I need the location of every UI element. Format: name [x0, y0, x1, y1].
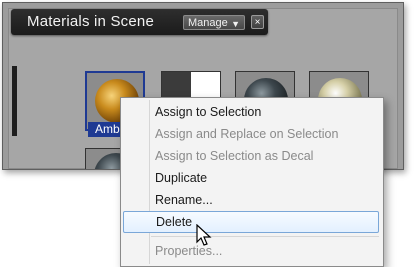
- menu-item-delete[interactable]: Delete: [123, 211, 379, 233]
- mouse-cursor-icon: [196, 224, 212, 246]
- menu-item-assign-as-decal[interactable]: Assign to Selection as Decal: [123, 145, 379, 167]
- menu-item-properties[interactable]: Properties...: [123, 240, 379, 262]
- menu-item-rename[interactable]: Rename...: [123, 189, 379, 211]
- menu-item-assign-and-replace[interactable]: Assign and Replace on Selection: [123, 123, 379, 145]
- manage-dropdown-button[interactable]: Manage ▼: [183, 15, 245, 30]
- menu-item-label: Duplicate: [155, 171, 208, 185]
- panel-title: Materials in Scene: [27, 13, 154, 30]
- close-icon: ×: [254, 17, 261, 28]
- context-menu: Assign to Selection Assign and Replace o…: [120, 97, 384, 267]
- chevron-down-icon: ▼: [231, 19, 240, 29]
- menu-item-label: Delete: [156, 215, 193, 229]
- menu-item-label: Assign to Selection: [155, 105, 262, 119]
- manage-label: Manage: [188, 17, 228, 29]
- menu-item-label: Assign and Replace on Selection: [155, 127, 339, 141]
- menu-separator: [151, 236, 379, 237]
- menu-item-duplicate[interactable]: Duplicate: [123, 167, 379, 189]
- panel-titlebar[interactable]: Materials in Scene Manage ▼ ×: [11, 9, 268, 35]
- menu-item-label: Assign to Selection as Decal: [155, 149, 314, 163]
- menu-item-label: Rename...: [155, 193, 213, 207]
- menu-item-assign-to-selection[interactable]: Assign to Selection: [123, 101, 379, 123]
- close-button[interactable]: ×: [251, 15, 264, 29]
- scroll-handle[interactable]: [12, 66, 17, 136]
